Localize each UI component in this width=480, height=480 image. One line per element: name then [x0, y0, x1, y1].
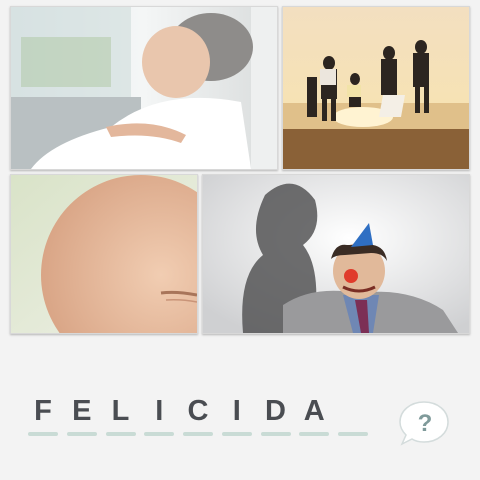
letter-dash: [260, 432, 291, 436]
answer-letters: F E L I C I D A: [28, 396, 368, 436]
photo-senior-woman[interactable]: [10, 6, 278, 170]
letter: I: [155, 395, 164, 427]
hint-label: ?: [418, 410, 433, 437]
letter-dash: [66, 432, 97, 436]
letter: C: [187, 395, 209, 427]
answer-area: F E L I C I D A ?: [0, 340, 480, 480]
photo-family-beach[interactable]: [282, 6, 470, 170]
letter-dash: [338, 432, 368, 436]
letter-dash: [28, 432, 58, 436]
letter-dash: [221, 432, 252, 436]
letter-slot-empty[interactable]: [338, 396, 368, 436]
letter: L: [111, 395, 130, 427]
letter-dash: [144, 432, 175, 436]
letter-dash: [105, 432, 136, 436]
letter: F: [34, 395, 52, 427]
letter: E: [72, 395, 92, 427]
letter-dash: [183, 432, 213, 436]
letter-slot[interactable]: L: [105, 395, 136, 436]
photo-clown[interactable]: [202, 174, 470, 334]
letter-slot[interactable]: F: [28, 396, 58, 436]
letter-slot[interactable]: I: [221, 395, 252, 436]
question-speech-bubble-icon: ?: [399, 401, 449, 446]
letter: I: [232, 395, 241, 427]
letter-slot[interactable]: D: [260, 395, 291, 436]
letter: D: [265, 395, 286, 427]
photo-grid: [0, 0, 480, 340]
letter-slot[interactable]: I: [144, 395, 175, 436]
hint-button[interactable]: ?: [398, 398, 450, 448]
letter-dash: [299, 432, 330, 436]
photo-sleeping-baby[interactable]: [10, 174, 198, 334]
letter-slot[interactable]: E: [66, 395, 97, 436]
letter: A: [303, 395, 325, 427]
letter-slot[interactable]: A: [299, 395, 330, 436]
letter-slot[interactable]: C: [183, 396, 213, 436]
